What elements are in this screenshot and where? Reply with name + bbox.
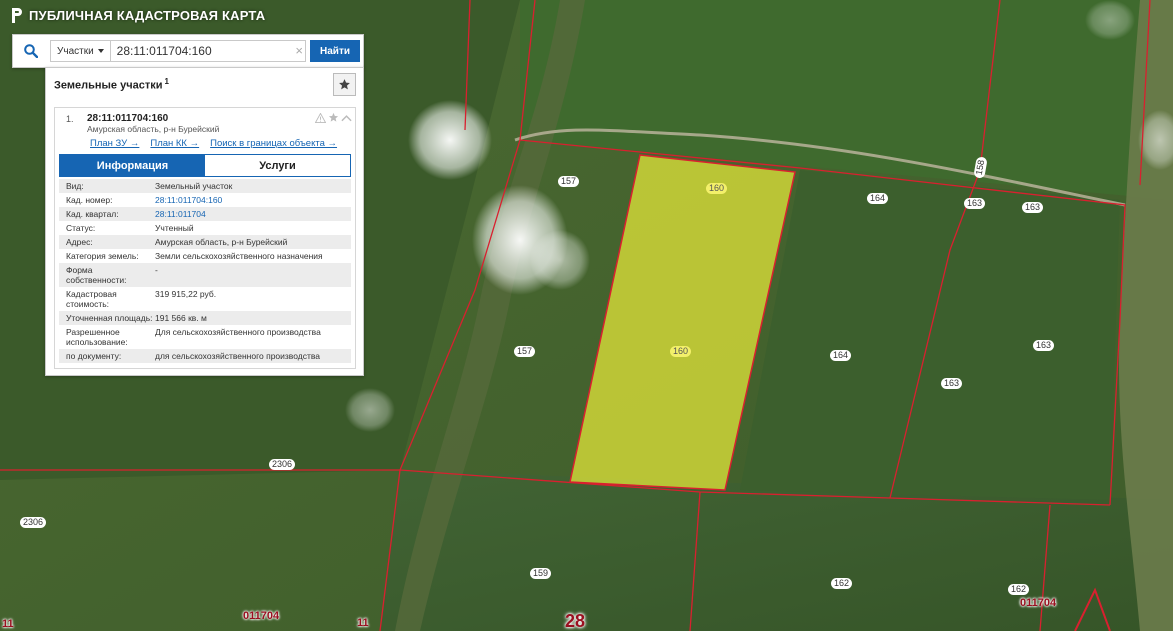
result-links: План ЗУ → План КК → Поиск в границах объ…: [90, 138, 337, 149]
plot-label[interactable]: 164: [867, 193, 889, 204]
plot-label[interactable]: 163: [964, 198, 986, 209]
plot-label[interactable]: 162: [831, 578, 853, 589]
property-key: Форма собственности:: [66, 265, 127, 285]
property-row: Категория земель: Земли сельскохозяйствен…: [59, 249, 351, 263]
property-row: Форма собственности: -: [59, 263, 351, 287]
plan-zu-link[interactable]: План ЗУ →: [90, 138, 139, 149]
plan-kk-link[interactable]: План КК →: [150, 138, 199, 149]
plot-label[interactable]: 162: [1008, 584, 1030, 595]
quarter-label: 011704: [1020, 597, 1057, 609]
plot-label[interactable]: 2306: [269, 459, 296, 470]
search-in-bounds-link[interactable]: Поиск в границах объекта →: [210, 138, 337, 149]
result-cad-number[interactable]: 28:11:011704:160: [87, 113, 168, 124]
property-value: Учтенный: [155, 223, 194, 233]
property-key: Кад. номер:: [66, 195, 113, 205]
search-input[interactable]: [110, 40, 307, 62]
result-tabs: Информация Услуги: [59, 154, 351, 177]
plot-label[interactable]: 163: [1022, 202, 1044, 213]
property-value: 319 915,22 руб.: [155, 289, 217, 299]
property-value: Земельный участок: [155, 181, 233, 191]
tab-services[interactable]: Услуги: [205, 155, 350, 176]
property-key: Категория земель:: [66, 251, 139, 261]
result-actions: [315, 112, 352, 123]
property-row: Разрешенное использование: Для сельскохоз…: [59, 325, 351, 349]
star-icon: [339, 79, 350, 90]
search-bar: Участки × Найти: [12, 34, 364, 68]
plot-label[interactable]: 157: [558, 176, 580, 187]
property-key: Кадастровая стоимость:: [66, 289, 117, 309]
property-row: Кадастровая стоимость: 319 915,22 руб.: [59, 287, 351, 311]
property-table: Вид: Земельный участок Кад. номер: 28:11:0…: [59, 179, 351, 363]
rosreestr-logo-icon: [12, 8, 22, 23]
property-key: Вид:: [66, 181, 84, 191]
plot-label[interactable]: 160: [706, 183, 728, 194]
plot-label[interactable]: 157: [514, 346, 536, 357]
result-count: 1: [164, 76, 169, 86]
app-title: ПУБЛИЧНАЯ КАДАСТРОВАЯ КАРТА: [29, 8, 266, 23]
plot-label[interactable]: 164: [830, 350, 852, 361]
tab-information[interactable]: Информация: [60, 155, 205, 176]
result-index: 1.: [66, 114, 74, 124]
search-type-label: Участки: [57, 45, 94, 57]
property-row: Адрес: Амурская область, р-н Бурейский: [59, 235, 351, 249]
property-value: Для сельскохозяйственного производства: [155, 327, 321, 337]
find-button[interactable]: Найти: [310, 40, 360, 62]
plot-label[interactable]: 160: [670, 346, 692, 357]
property-key: Кад. квартал:: [66, 209, 119, 219]
district-label: 28: [565, 611, 586, 631]
chevron-up-icon[interactable]: [341, 114, 352, 122]
chevron-down-icon: [97, 49, 104, 53]
property-key: Разрешенное использование:: [66, 327, 128, 347]
property-row: Вид: Земельный участок: [59, 179, 351, 193]
property-key: Уточненная площадь:: [66, 313, 153, 323]
property-row: по документу: для сельскохозяйственного п…: [59, 349, 351, 363]
favorites-button[interactable]: [333, 73, 356, 96]
property-row: Кад. номер: 28:11:011704:160: [59, 193, 351, 207]
property-value: 191 566 кв. м: [155, 313, 207, 323]
panel-title: Земельные участки 1: [54, 77, 169, 92]
property-value: Амурская область, р-н Бурейский: [155, 237, 288, 247]
property-row: Кад. квартал: 28:11:011704: [59, 207, 351, 221]
property-value: -: [155, 265, 158, 275]
star-icon[interactable]: [328, 112, 339, 123]
search-type-select[interactable]: Участки: [50, 40, 111, 62]
result-card[interactable]: 1. 28:11:011704:160 Амурская область, р-…: [54, 107, 356, 369]
property-key: Статус:: [66, 223, 96, 233]
property-key: по документу:: [66, 351, 122, 361]
app-header: ПУБЛИЧНАЯ КАДАСТРОВАЯ КАРТА: [10, 7, 265, 24]
panel-title-text: Земельные участки: [54, 79, 163, 92]
result-address: Амурская область, р-н Бурейский: [87, 124, 220, 134]
quarter-label: 11: [357, 617, 369, 629]
clear-search-icon[interactable]: ×: [295, 43, 303, 58]
result-card-header: 1. 28:11:011704:160 Амурская область, р-…: [55, 108, 355, 136]
results-panel: Земельные участки 1 1. 28:11:011704:160 А…: [45, 67, 364, 376]
search-icon[interactable]: [16, 39, 46, 63]
cad-quarter-link[interactable]: 28:11:011704: [155, 209, 351, 219]
property-row: Статус: Учтенный: [59, 221, 351, 235]
panel-header: Земельные участки 1: [46, 68, 363, 100]
property-value: Земли сельскохозяйственного назначения: [155, 251, 323, 261]
quarter-label: 011704: [243, 610, 280, 622]
plot-label[interactable]: 163: [1033, 340, 1055, 351]
property-value: для сельскохозяйственного производства: [155, 351, 321, 361]
property-row: Уточненная площадь: 191 566 кв. м: [59, 311, 351, 325]
property-key: Адрес:: [66, 237, 93, 247]
quarter-label: 11: [2, 618, 14, 630]
plot-label[interactable]: 159: [530, 568, 552, 579]
plot-label[interactable]: 163: [941, 378, 963, 389]
plot-label[interactable]: 2306: [20, 517, 47, 528]
cad-number-link[interactable]: 28:11:011704:160: [155, 195, 351, 205]
warning-icon[interactable]: [315, 112, 326, 123]
